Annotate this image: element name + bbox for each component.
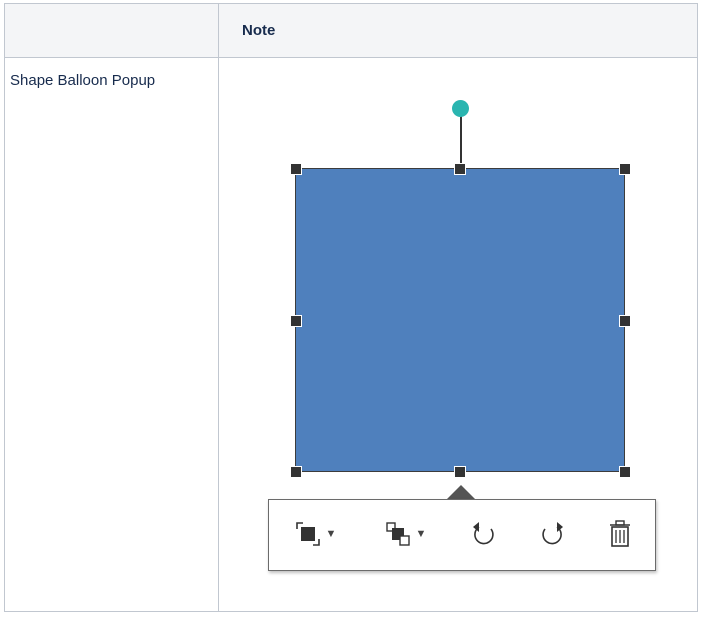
delete-button[interactable] — [602, 516, 638, 552]
arrange-caret-icon: ▼ — [325, 527, 337, 540]
resize-handle-left[interactable] — [290, 315, 302, 327]
rotate-left-icon — [470, 520, 498, 548]
resize-handle-top[interactable] — [454, 163, 466, 175]
rotation-handle[interactable] — [452, 100, 469, 117]
resize-handle-right[interactable] — [619, 315, 631, 327]
trash-icon — [606, 519, 634, 549]
column-divider — [218, 4, 219, 611]
arrange-order-button[interactable]: ▼ — [285, 516, 345, 552]
rotation-connector — [460, 115, 462, 168]
selected-rectangle-shape[interactable] — [295, 168, 625, 472]
balloon-pointer — [447, 485, 475, 499]
resize-handle-top-right[interactable] — [619, 163, 631, 175]
row-label: Shape Balloon Popup — [10, 72, 156, 89]
bring-to-front-icon — [294, 520, 322, 548]
header-cell-note: Note — [242, 22, 276, 39]
resize-handle-bottom-right[interactable] — [619, 466, 631, 478]
rotate-right-icon — [538, 520, 566, 548]
group-shapes-icon — [384, 520, 412, 548]
rotate-right-button[interactable] — [534, 516, 570, 552]
resize-handle-bottom[interactable] — [454, 466, 466, 478]
resize-handle-top-left[interactable] — [290, 163, 302, 175]
table-header-row: Note — [5, 4, 697, 58]
group-button[interactable]: ▼ — [375, 516, 435, 552]
rotate-left-button[interactable] — [466, 516, 502, 552]
resize-handle-bottom-left[interactable] — [290, 466, 302, 478]
group-caret-icon: ▼ — [415, 527, 427, 540]
